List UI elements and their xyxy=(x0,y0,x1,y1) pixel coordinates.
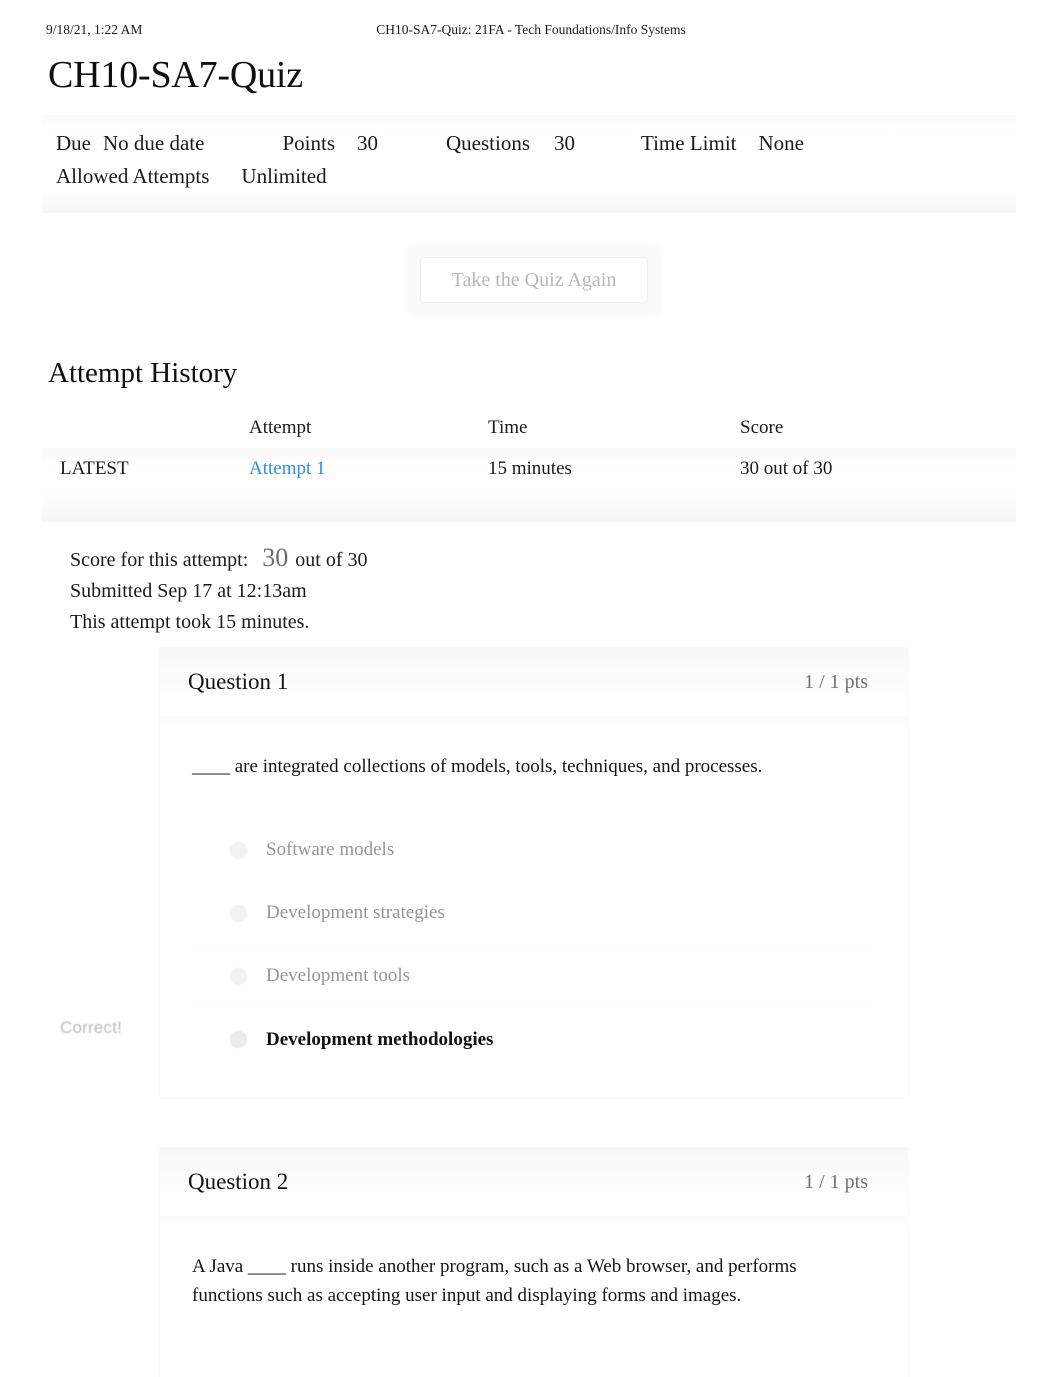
answer-option[interactable]: Development strategies xyxy=(192,882,872,945)
answer-label: Development tools xyxy=(266,965,411,986)
score-line: Score for this attempt: 30 out of 30 xyxy=(70,542,368,576)
print-header: 9/18/21, 1:22 AM CH10-SA7-Quiz: 21FA - T… xyxy=(0,22,1062,44)
answer-label: Software models xyxy=(266,839,395,860)
score-label: Score for this attempt: xyxy=(70,549,249,571)
question-card-1: Question 1 1 / 1 pts ____ are integrated… xyxy=(160,648,908,1098)
radio-button-selected-icon[interactable] xyxy=(230,1031,247,1048)
take-quiz-again-button[interactable]: Take the Quiz Again xyxy=(420,257,648,303)
quiz-due: Due No due date xyxy=(56,127,204,160)
quiz-due-value: No due date xyxy=(103,131,205,155)
quiz-time-limit: Time Limit None xyxy=(641,127,804,160)
attempt-history-heading: Attempt History xyxy=(48,357,238,389)
retake-quiz-container: Take the Quiz Again xyxy=(404,243,662,317)
duration-line: This attempt took 15 minutes. xyxy=(70,611,310,633)
quiz-questions: Questions 30 xyxy=(446,127,575,160)
attempt-time: 15 minutes xyxy=(488,458,572,479)
radio-button-icon[interactable] xyxy=(230,841,247,859)
answer-label: Development methodologies xyxy=(266,1028,494,1050)
score-summary: Score for this attempt: 30 out of 30 Sub… xyxy=(70,542,368,638)
submitted-line: Submitted Sep 17 at 12:13am xyxy=(70,580,307,602)
quiz-points-label: Points xyxy=(282,131,335,155)
attempt-1-link[interactable]: Attempt 1 xyxy=(249,458,326,479)
quiz-time-limit-value: None xyxy=(758,131,805,155)
question-1-title: Question 1 xyxy=(188,669,289,694)
score-suffix: out of 30 xyxy=(295,549,368,571)
quiz-time-limit-label: Time Limit xyxy=(641,131,737,155)
question-1-answers: Software models Development strategies D… xyxy=(192,819,872,1071)
quiz-due-label: Due xyxy=(56,131,91,155)
quiz-allowed-attempts-label: Allowed Attempts xyxy=(56,164,210,188)
column-header-score: Score xyxy=(740,417,784,438)
quiz-allowed-attempts-value: Unlimited xyxy=(241,164,327,188)
question-1-header: Question 1 1 / 1 pts xyxy=(160,648,908,716)
print-document-title: CH10-SA7-Quiz: 21FA - Tech Foundations/I… xyxy=(376,22,686,37)
radio-button-icon[interactable] xyxy=(230,967,247,985)
attempt-table-footer-shade xyxy=(42,488,1016,522)
question-2-body: A Java ____ runs inside another program,… xyxy=(160,1216,908,1310)
question-1-text: ____ are integrated collections of model… xyxy=(192,756,763,777)
attempt-score: 30 out of 30 xyxy=(740,458,833,479)
quiz-questions-value: 30 xyxy=(554,131,575,155)
answer-option[interactable]: Development tools xyxy=(192,945,872,1008)
question-1-correct-badge: Correct! xyxy=(60,1018,123,1037)
quiz-points-value: 30 xyxy=(357,131,378,155)
quiz-info-row-1: Due No due date Points 30 Questions 30 T… xyxy=(56,127,1002,160)
question-2-points: 1 / 1 pts xyxy=(804,1170,868,1193)
answer-option[interactable]: Software models xyxy=(192,819,872,882)
table-row: LATEST Attempt 1 15 minutes 30 out of 30 xyxy=(42,448,1016,490)
attempt-history-table: Attempt Time Score LATEST Attempt 1 15 m… xyxy=(42,408,1016,490)
table-header-row: Attempt Time Score xyxy=(42,408,1016,448)
quiz-points: Points 30 xyxy=(282,127,378,160)
column-header-time: Time xyxy=(488,417,528,438)
radio-button-icon[interactable] xyxy=(230,904,247,922)
quiz-questions-label: Questions xyxy=(446,131,530,155)
page-title: CH10-SA7-Quiz xyxy=(48,54,303,96)
question-2-text: A Java ____ runs inside another program,… xyxy=(192,1256,797,1306)
attempt-link-cell: Attempt 1 xyxy=(249,458,488,480)
quiz-info-bar: Due No due date Points 30 Questions 30 T… xyxy=(42,115,1016,213)
answer-option-selected[interactable]: Development methodologies xyxy=(192,1008,872,1071)
question-2-header: Question 2 1 / 1 pts xyxy=(160,1148,908,1216)
quiz-allowed-attempts: Allowed Attempts Unlimited xyxy=(56,160,327,193)
question-1-points: 1 / 1 pts xyxy=(804,670,868,693)
column-header-attempt: Attempt xyxy=(249,417,312,438)
question-1-body: ____ are integrated collections of model… xyxy=(160,716,908,1071)
attempt-latest-flag: LATEST xyxy=(60,458,129,479)
question-card-2: Question 2 1 / 1 pts A Java ____ runs in… xyxy=(160,1148,908,1377)
quiz-info-row-2: Allowed Attempts Unlimited xyxy=(56,160,1002,193)
score-value: 30 xyxy=(262,543,289,572)
answer-label: Development strategies xyxy=(266,902,445,923)
question-2-title: Question 2 xyxy=(188,1169,289,1194)
